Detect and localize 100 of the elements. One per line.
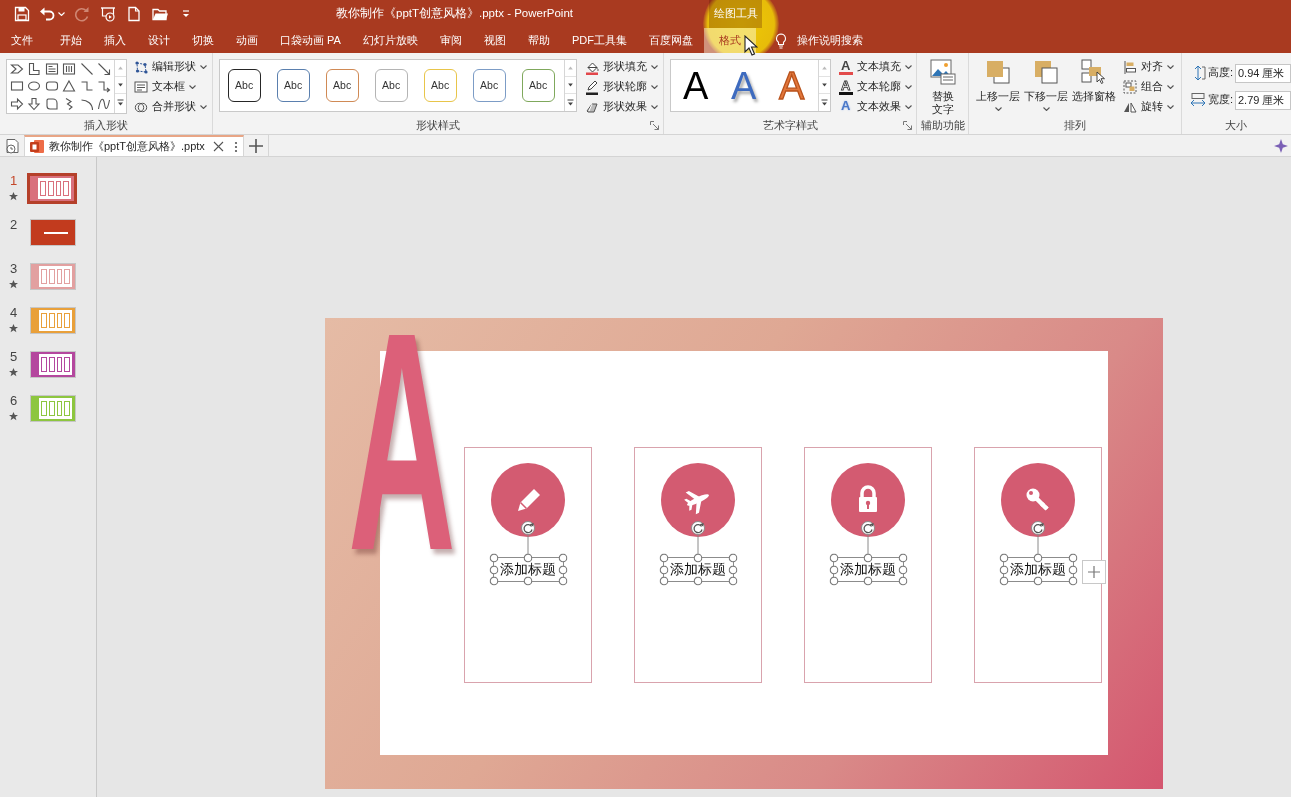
document-clock-icon[interactable] xyxy=(4,137,20,154)
dropdown-button[interactable]: A 文本轮廓 xyxy=(836,77,914,97)
plus-icon[interactable] xyxy=(248,138,263,153)
style-preset[interactable]: Abc xyxy=(325,69,359,102)
resize-handle-icon[interactable] xyxy=(863,576,873,586)
caret-icon[interactable] xyxy=(200,65,207,69)
resize-handle-icon[interactable] xyxy=(863,553,873,563)
menu-tab[interactable]: 百度网盘 xyxy=(637,28,704,53)
wordart-preset[interactable]: A xyxy=(723,65,764,106)
size-field[interactable]: 2.79 厘米 xyxy=(1235,90,1291,110)
right-arrow-icon[interactable] xyxy=(9,96,24,111)
slide-thumbnail[interactable] xyxy=(30,219,76,246)
rectangle-icon[interactable] xyxy=(9,79,24,94)
sparkle-icon[interactable] xyxy=(1274,138,1288,153)
dropdown-button[interactable]: 形状填充 xyxy=(582,57,660,77)
document-tab[interactable]: 教你制作《pptT创意风格》.pptx xyxy=(24,135,244,156)
menu-tab[interactable]: 幻灯片放映 xyxy=(351,28,429,53)
menu-tab[interactable]: 审阅 xyxy=(428,28,473,53)
resize-handle-icon[interactable] xyxy=(693,576,703,586)
wordart-preset[interactable]: A xyxy=(675,65,716,106)
dialog-launcher-icon[interactable] xyxy=(649,121,659,130)
menu-tab[interactable]: 口袋动画 PA xyxy=(269,28,352,53)
new-document-icon[interactable] xyxy=(126,6,142,22)
rounded-rectangle-icon[interactable] xyxy=(44,79,59,94)
style-preset[interactable]: Abc xyxy=(472,69,506,102)
menu-tab[interactable]: 文件 xyxy=(0,28,49,53)
rotate-handle-icon[interactable] xyxy=(860,521,876,554)
rotate-handle-icon[interactable] xyxy=(1030,521,1046,554)
chevron-icon[interactable] xyxy=(9,61,24,76)
ribbon-button[interactable]: 选择窗格 xyxy=(1071,57,1118,111)
style-preset[interactable]: Abc xyxy=(374,69,408,102)
dropdown-button[interactable]: 下移一层 xyxy=(1023,57,1070,111)
menu-tab[interactable]: 视图 xyxy=(472,28,517,53)
menu-tab[interactable]: 设计 xyxy=(137,28,181,53)
ribbon-button[interactable]: 替换文字 xyxy=(919,57,966,116)
oval-icon[interactable] xyxy=(27,79,42,94)
caret-icon[interactable] xyxy=(1042,107,1050,111)
resize-handle-icon[interactable] xyxy=(1033,553,1043,563)
folder-icon[interactable] xyxy=(152,6,168,22)
dropdown-button[interactable]: 文本框 xyxy=(132,77,209,97)
vertical-text-box-icon[interactable] xyxy=(62,61,77,76)
style-preset[interactable]: Abc xyxy=(276,69,310,102)
caret-icon[interactable] xyxy=(904,85,912,89)
rotate-handle-icon[interactable] xyxy=(690,521,706,554)
rounded-corner-shape-icon[interactable] xyxy=(44,96,59,111)
rotate-handle-icon[interactable] xyxy=(520,521,536,554)
slide-thumbnail[interactable] xyxy=(27,173,77,204)
resize-handle-icon[interactable] xyxy=(693,553,703,563)
menu-tab[interactable]: PDF工具集 xyxy=(560,28,638,53)
tell-me-search[interactable]: 操作说明搜索 xyxy=(796,28,863,53)
resize-handle-icon[interactable] xyxy=(523,576,533,586)
dropdown-button[interactable]: 形状轮廓 xyxy=(582,77,660,97)
caret-icon[interactable] xyxy=(1167,85,1175,89)
dropdown-button[interactable]: A 文本效果 xyxy=(836,97,914,117)
dropdown-button[interactable]: 旋转 xyxy=(1121,97,1177,117)
undo-icon[interactable] xyxy=(39,6,55,22)
dialog-launcher-icon[interactable] xyxy=(903,121,913,130)
arrow-icon[interactable] xyxy=(97,61,112,76)
text-box-icon[interactable] xyxy=(44,61,59,76)
caret-icon[interactable] xyxy=(650,85,658,89)
caret-icon[interactable] xyxy=(650,65,658,69)
slideshow-start-icon[interactable] xyxy=(100,6,116,22)
menu-tab[interactable]: 插入 xyxy=(93,28,137,53)
more-options-icon[interactable] xyxy=(233,140,238,153)
style-preset[interactable]: Abc xyxy=(521,69,555,102)
caret-icon[interactable] xyxy=(994,107,1002,111)
slide-thumbnail[interactable] xyxy=(30,351,76,378)
slide-thumbnail[interactable] xyxy=(30,395,76,422)
menu-tab[interactable]: 切换 xyxy=(181,28,225,53)
dropdown-button[interactable]: 编辑形状 xyxy=(132,57,209,77)
dropdown-button[interactable]: 组合 xyxy=(1121,77,1177,97)
menu-tab[interactable]: 动画 xyxy=(225,28,269,53)
caret-icon[interactable] xyxy=(904,65,912,69)
elbow-arrow-icon[interactable] xyxy=(97,79,112,94)
triangle-icon[interactable] xyxy=(62,79,77,94)
save-icon[interactable] xyxy=(14,6,30,22)
slide-thumbnail[interactable] xyxy=(30,307,76,334)
lightbulb-icon[interactable] xyxy=(774,32,787,49)
dropdown-button[interactable]: 对齐 xyxy=(1121,57,1177,77)
dropdown-button[interactable]: 合并形状 xyxy=(132,97,209,117)
style-preset[interactable]: Abc xyxy=(227,69,261,102)
menu-tab[interactable]: 开始 xyxy=(49,28,93,53)
caret-icon[interactable] xyxy=(189,85,196,89)
slide-thumbnail[interactable] xyxy=(30,263,76,290)
close-icon[interactable] xyxy=(212,141,224,152)
caret-icon[interactable] xyxy=(200,105,207,109)
down-arrow-icon[interactable] xyxy=(27,96,42,111)
dropdown-button[interactable]: 形状效果 xyxy=(582,97,660,117)
resize-handle-icon[interactable] xyxy=(1033,576,1043,586)
caret-icon[interactable] xyxy=(904,105,912,109)
style-preset[interactable]: Abc xyxy=(423,69,457,102)
curve-icon[interactable] xyxy=(97,96,112,111)
l-shape-icon[interactable] xyxy=(27,61,42,76)
dropdown-button[interactable]: A 文本填充 xyxy=(836,57,914,77)
size-field[interactable]: 0.94 厘米 xyxy=(1235,63,1291,83)
layout-options-button[interactable] xyxy=(1081,560,1106,584)
dropdown-button[interactable]: 上移一层 xyxy=(975,57,1022,111)
caret-icon[interactable] xyxy=(1167,65,1175,69)
resize-handle-icon[interactable] xyxy=(523,553,533,563)
caret-icon[interactable] xyxy=(1167,105,1175,109)
